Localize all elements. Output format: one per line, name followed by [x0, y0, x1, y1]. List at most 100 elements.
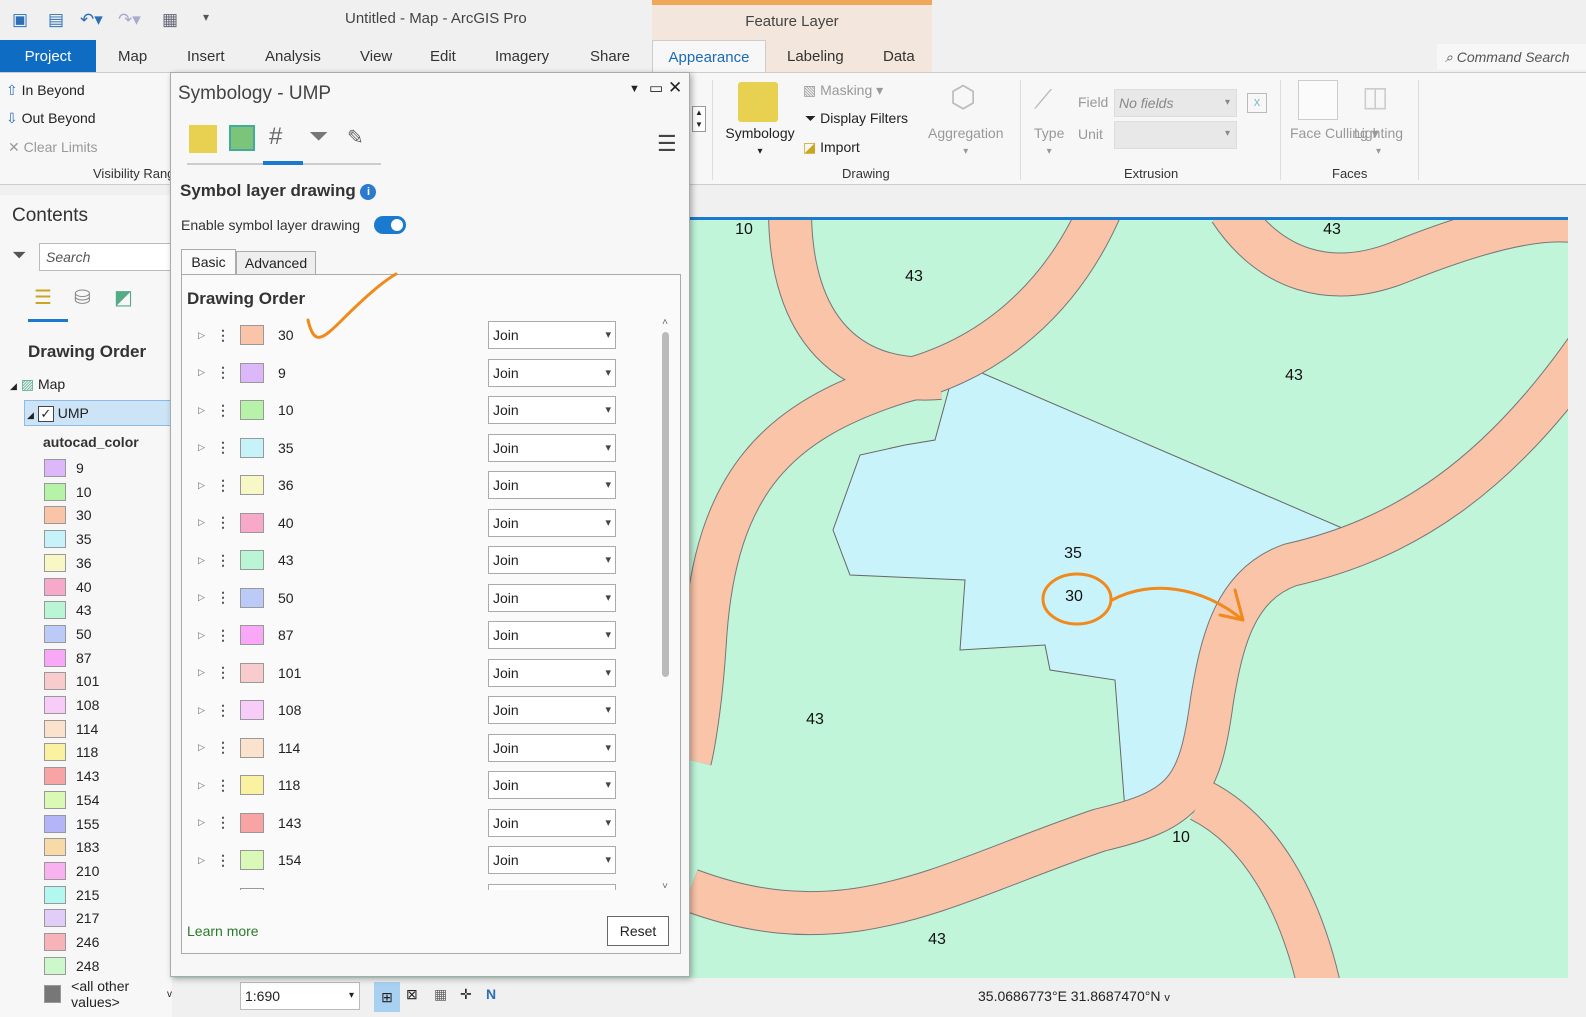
new-project-icon[interactable]: ▣ — [12, 10, 28, 30]
label-tab-icon[interactable]: ✎ — [347, 125, 364, 150]
aggregation-button[interactable]: Aggregation ▾ — [928, 125, 1004, 157]
legend-item-other[interactable]: <all other values> v — [44, 978, 172, 1010]
legend-item[interactable]: 215 — [44, 884, 99, 906]
tab-edit[interactable]: Edit — [420, 40, 466, 72]
scrollbar-thumb[interactable] — [661, 332, 669, 677]
drag-handle-icon[interactable]: ⋮ — [216, 439, 240, 456]
legend-item[interactable]: 50 — [44, 623, 92, 645]
drawing-order-row[interactable]: ▷ ⋮ 114 Join — [198, 733, 616, 763]
legend-item[interactable]: 87 — [44, 647, 92, 669]
constraints-icon[interactable]: ⊠ — [406, 986, 418, 1003]
undo-icon[interactable]: ↶▾ — [80, 10, 103, 30]
legend-item[interactable]: 118 — [44, 741, 98, 763]
join-mode-dropdown[interactable]: Join — [488, 808, 616, 837]
grid-icon[interactable]: ▦ — [434, 986, 447, 1003]
tab-insert[interactable]: Insert — [177, 40, 235, 72]
legend-item[interactable]: 36 — [44, 552, 92, 574]
drawing-order-row[interactable]: ▷ ⋮ 118 Join — [198, 770, 616, 800]
contents-search-input[interactable]: Search — [39, 243, 179, 271]
drawing-order-row[interactable]: ▷ ⋮ 36 Join — [198, 470, 616, 500]
join-mode-dropdown[interactable]: Join — [488, 321, 616, 349]
legend-item[interactable]: 114 — [44, 718, 98, 740]
drag-handle-icon[interactable]: ⋮ — [216, 477, 240, 494]
pane-menu-icon[interactable]: ▼ — [629, 83, 640, 95]
tab-share[interactable]: Share — [580, 40, 640, 72]
scale-dropdown[interactable]: 1:690 ▾ — [240, 982, 360, 1010]
join-mode-dropdown[interactable]: Join — [488, 583, 616, 612]
expression-button[interactable]: x — [1247, 93, 1267, 113]
legend-item[interactable]: 183 — [44, 836, 99, 858]
expand-icon[interactable]: ▷ — [198, 517, 216, 528]
coordinates-readout[interactable]: 35.0686773°E 31.8687470°N v — [978, 988, 1170, 1004]
collapse-icon[interactable]: ◢ — [10, 381, 17, 391]
drawing-order-row[interactable]: ▷⋮ — [198, 883, 616, 890]
layer-visibility-checkbox[interactable]: ✓ — [37, 406, 54, 423]
scroll-down-icon[interactable]: ˅ — [658, 881, 672, 892]
drawing-order-row[interactable]: ▷ ⋮ 43 Join — [198, 545, 616, 575]
join-mode-dropdown[interactable]: Join — [488, 658, 616, 687]
legend-item[interactable]: 108 — [44, 694, 99, 716]
drawing-order-row[interactable]: ▷ ⋮ 9 Join — [198, 358, 616, 388]
list-by-drawing-order-icon[interactable]: ☰ — [34, 285, 52, 310]
in-beyond-button[interactable]: ⇧ In Beyond — [6, 82, 85, 99]
drawing-order-row[interactable]: ▷ ⋮ 154 Join — [198, 845, 616, 875]
expand-icon[interactable]: ▷ — [198, 667, 216, 678]
drawing-order-row[interactable]: ▷ ⋮ 10 Join — [198, 395, 616, 425]
legend-item[interactable]: 248 — [44, 955, 99, 977]
command-search-input[interactable]: ⌕ Command Search — [1437, 44, 1586, 70]
expand-icon[interactable]: ▷ — [198, 817, 216, 828]
hamburger-menu-icon[interactable]: ☰ — [657, 131, 677, 157]
tab-appearance[interactable]: Appearance — [652, 40, 766, 72]
drag-handle-icon[interactable]: ⋮ — [216, 664, 240, 681]
north-arrow-icon[interactable]: N — [486, 986, 496, 1002]
list-by-selection-icon[interactable]: ◩ — [114, 285, 133, 310]
drawing-order-row[interactable]: ▷ ⋮ 108 Join — [198, 695, 616, 725]
drawing-order-row[interactable]: ▷ ⋮ 143 Join — [198, 808, 616, 838]
customize-toolbar-icon[interactable]: ▾ — [203, 10, 209, 24]
join-mode-dropdown[interactable]: Join — [488, 546, 616, 574]
layer-ump[interactable]: ◢ ✓ UMP — [24, 400, 172, 426]
import-button[interactable]: ◪ Import — [803, 139, 860, 156]
spin-button[interactable]: ▲ ▼ — [692, 106, 706, 132]
scroll-up-icon[interactable]: ˄ — [658, 317, 672, 328]
tab-basic[interactable]: Basic — [181, 249, 236, 275]
masking-button[interactable]: ▧ Masking ▾ — [803, 82, 883, 99]
tab-map[interactable]: Map — [108, 40, 157, 72]
expand-icon[interactable]: ▷ — [198, 592, 216, 603]
out-beyond-button[interactable]: ⇩ Out Beyond — [6, 110, 96, 127]
extrusion-type-button[interactable]: Type ▾ — [1034, 125, 1064, 157]
expand-icon[interactable]: ▷ — [198, 780, 216, 791]
legend-item[interactable]: 40 — [44, 576, 92, 598]
expand-icon[interactable]: ▷ — [198, 705, 216, 716]
map-node[interactable]: ◢ ▨ Map — [10, 376, 65, 393]
display-filters-button[interactable]: ⏷ Display Filters — [805, 110, 908, 127]
close-icon[interactable]: ✕ — [668, 78, 682, 98]
drawing-order-row[interactable]: ▷ ⋮ 87 Join — [198, 620, 616, 650]
face-culling-button[interactable]: Face Culling ▾ — [1290, 125, 1379, 142]
list-scrollbar[interactable]: ˄ ˅ — [658, 317, 672, 892]
join-mode-dropdown[interactable]: Join — [488, 471, 616, 499]
field-dropdown[interactable]: No fields ▾ — [1114, 89, 1237, 117]
join-mode-dropdown[interactable]: Join — [488, 771, 616, 799]
expand-icon[interactable]: ▷ — [198, 555, 216, 566]
snapping-icon[interactable]: ⊞ — [374, 982, 400, 1012]
drag-handle-icon[interactable]: ⋮ — [216, 777, 240, 794]
tab-labeling[interactable]: Labeling — [777, 40, 854, 72]
maximize-icon[interactable]: ▭ — [649, 79, 663, 97]
unit-dropdown[interactable]: ▾ — [1114, 121, 1237, 149]
drag-handle-icon[interactable]: ⋮ — [216, 514, 240, 531]
join-mode-dropdown[interactable]: Join — [488, 733, 616, 762]
filter-tab-icon[interactable]: ⏷ — [309, 123, 328, 151]
drag-handle-icon[interactable]: ⋮ — [216, 627, 240, 644]
expand-icon[interactable]: ▷ — [198, 405, 216, 416]
expand-icon[interactable]: ▷ — [198, 330, 216, 341]
drag-handle-icon[interactable]: ⋮ — [216, 702, 240, 719]
drag-handle-icon[interactable]: ⋮ — [216, 589, 240, 606]
legend-item[interactable]: 210 — [44, 860, 99, 882]
drag-handle-icon[interactable]: ⋮ — [216, 852, 240, 869]
drawing-order-row[interactable]: ▷ ⋮ 50 Join — [198, 583, 616, 613]
drag-handle-icon[interactable]: ⋮ — [216, 552, 240, 569]
drag-handle-icon[interactable]: ⋮ — [216, 889, 240, 890]
drag-handle-icon[interactable]: ⋮ — [216, 364, 240, 381]
join-mode-dropdown[interactable]: Join — [488, 508, 616, 537]
